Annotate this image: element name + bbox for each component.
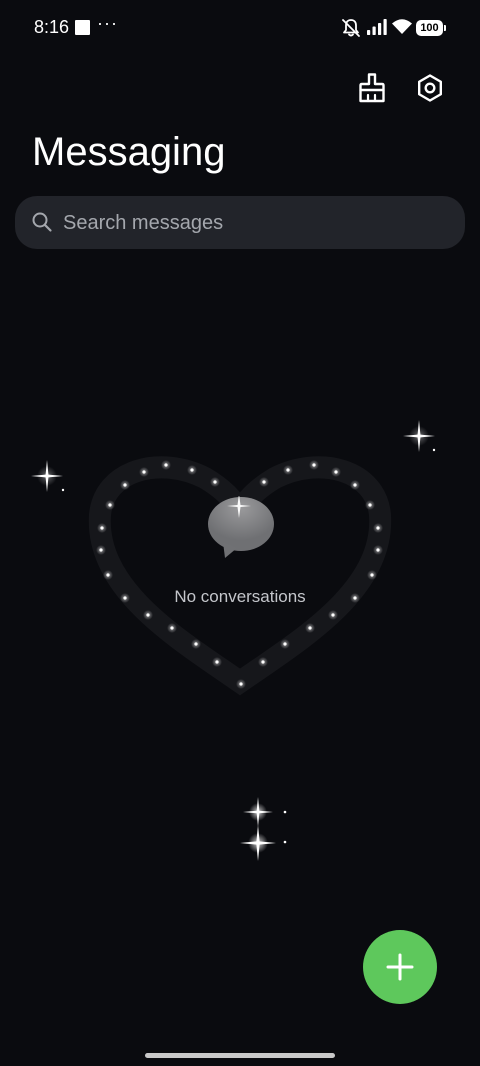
sparkles-decoration <box>240 797 287 861</box>
empty-state-message: No conversations <box>174 587 306 606</box>
mute-bell-icon <box>342 19 360 37</box>
page-title: Messaging <box>32 130 226 174</box>
new-conversation-button[interactable] <box>363 930 437 1004</box>
square-icon <box>75 20 90 35</box>
battery-icon: 100 <box>416 20 446 37</box>
broom-icon <box>359 73 385 103</box>
wifi-icon <box>392 19 412 34</box>
signal-icon <box>367 19 387 35</box>
battery-level: 100 <box>416 20 443 36</box>
settings-gear-icon <box>418 74 442 102</box>
search-icon <box>32 212 52 232</box>
search-input[interactable] <box>63 206 443 240</box>
home-indicator[interactable] <box>145 1053 335 1058</box>
plus-icon <box>386 953 414 981</box>
status-time: 8:16 <box>34 17 70 37</box>
more-notifications-indicator: ··· <box>97 13 118 33</box>
sparkle-heart-decoration <box>31 420 436 696</box>
clean-button[interactable] <box>352 68 392 108</box>
settings-button[interactable] <box>410 68 450 108</box>
chat-bubble-icon <box>208 496 274 558</box>
status-bar: 8:16 ··· 100 <box>0 0 480 56</box>
